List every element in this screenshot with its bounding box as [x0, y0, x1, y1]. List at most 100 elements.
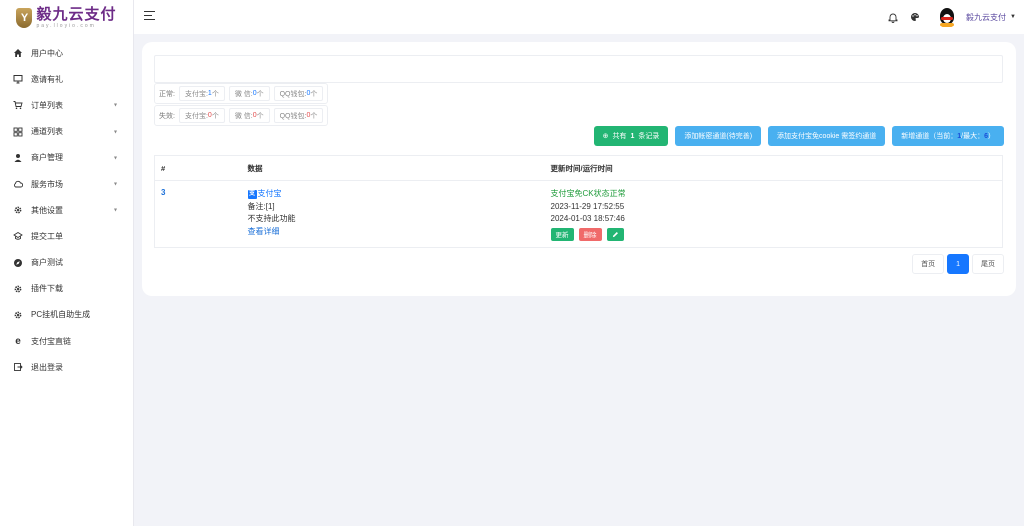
first-page-button[interactable]: 首页	[912, 254, 945, 274]
sidebar-item-label: 商户测试	[31, 258, 63, 268]
stat-chip-name: QQ钱包:	[279, 112, 307, 120]
total-records-button[interactable]: ⊕ 共有 1 条记录	[593, 126, 669, 146]
stat-chip-qqwallet: QQ钱包: 0 个	[273, 86, 324, 101]
edit-button[interactable]	[606, 227, 624, 241]
row-run-time: 2024-01-03 18:57:46	[550, 214, 625, 223]
sidebar: Y 毅九云支付 pay.lloyio.com 用户中心 邀请有礼 订单列表 ▾	[0, 0, 134, 526]
column-header-id: #	[154, 155, 242, 181]
stat-chip-wechat: 微 信: 0 个	[228, 108, 270, 123]
sidebar-item-plugin-download[interactable]: 插件下载	[0, 276, 133, 302]
add-password-channel-button[interactable]: 添加帐密通道(待完善)	[675, 126, 762, 146]
row-note: 不支持此功能	[247, 214, 296, 223]
stat-chip-name: 微 信:	[234, 112, 253, 120]
sidebar-item-label: 退出登录	[31, 362, 63, 372]
stat-chip-unit: 个	[211, 112, 219, 120]
menu-toggle-icon[interactable]	[144, 11, 155, 20]
home-icon	[13, 48, 23, 58]
total-suffix: 条记录	[638, 133, 660, 140]
sidebar-item-label: 商户管理	[31, 153, 63, 163]
action-bar: ⊕ 共有 1 条记录 添加帐密通道(待完善) 添加支付宝免cookie 需签约通…	[593, 126, 1004, 146]
avatar[interactable]	[936, 6, 959, 28]
sidebar-item-merchant-test[interactable]: 商户测试	[0, 250, 133, 276]
new-channel-suffix: ）	[988, 133, 995, 140]
sidebar-item-label: 邀请有礼	[31, 74, 63, 84]
channel-label: 支付宝	[257, 189, 282, 198]
palette-icon[interactable]	[908, 10, 922, 24]
row-id-link[interactable]: 3	[161, 188, 165, 197]
last-page-button[interactable]: 尾页	[972, 254, 1004, 274]
channel-card: 正常: 支付宝: 1 个 微 信: 0 个 QQ钱包: 0 个 失效: 支付宝: 0 个 微 信…	[142, 42, 1016, 296]
topbar: 毅九云支付 ▼	[134, 0, 1024, 34]
sidebar-item-label: 通道列表	[31, 127, 63, 137]
delete-button[interactable]: 删除	[578, 227, 602, 241]
gear-icon	[13, 284, 23, 294]
bell-icon[interactable]	[886, 10, 900, 24]
ticket-icon	[13, 231, 23, 241]
new-channel-mid: /最大：	[961, 133, 985, 140]
cloud-icon	[13, 179, 23, 189]
row-updated-time: 2023-11-29 17:52:55	[550, 201, 625, 211]
compass-icon	[13, 258, 23, 268]
chevron-down-icon: ▾	[113, 155, 117, 162]
sidebar-item-user-center[interactable]: 用户中心	[0, 40, 133, 66]
chevron-down-icon: ▾	[113, 181, 117, 188]
user-icon	[13, 153, 23, 163]
brand-subtitle: pay.lloyio.com	[36, 23, 96, 29]
chevron-down-icon: ▾	[113, 207, 117, 214]
sidebar-item-label: 服务市场	[31, 179, 63, 189]
stat-chip-name: 微 信:	[234, 90, 253, 98]
sidebar-item-label: 订单列表	[31, 100, 63, 110]
sidebar-nav: 用户中心 邀请有礼 订单列表 ▾ 通道列表 ▾ 商户管理 ▾ 服务市场 ▾ 其他…	[0, 40, 133, 380]
normal-stats-row: 正常: 支付宝: 1 个 微 信: 0 个 QQ钱包: 0 个	[154, 83, 329, 104]
page-button-current[interactable]: 1	[947, 254, 969, 274]
stat-chip-name: 支付宝:	[184, 90, 208, 98]
chevron-down-icon[interactable]: ▼	[1010, 14, 1016, 20]
brand-title: 毅九云支付	[36, 6, 117, 23]
view-detail-link[interactable]: 查看详细	[248, 227, 280, 236]
sidebar-item-alipay-direct[interactable]: e 支付宝直链	[0, 328, 133, 354]
total-prefix: 共有	[612, 133, 627, 140]
new-channel-button[interactable]: 新增通道（当前： 1/最大： 6）	[892, 126, 1004, 146]
stat-chip-unit: 个	[211, 90, 219, 98]
sidebar-item-label: 插件下载	[31, 284, 63, 294]
brand-logo[interactable]: Y 毅九云支付 pay.lloyio.com	[0, 0, 133, 36]
column-header-time: 更新时间/运行时间	[544, 155, 1003, 181]
sidebar-item-logout[interactable]: 退出登录	[0, 354, 133, 380]
pencil-icon	[612, 231, 618, 237]
sidebar-item-label: 用户中心	[31, 48, 63, 58]
normal-stats-label: 正常:	[159, 90, 175, 98]
chevron-down-icon: ▾	[113, 102, 117, 109]
sidebar-item-market[interactable]: 服务市场 ▾	[0, 171, 133, 197]
monitor-icon	[13, 74, 23, 84]
sidebar-item-invite[interactable]: 邀请有礼	[0, 66, 133, 92]
gear-icon	[13, 310, 23, 320]
brand-shield-icon: Y	[16, 8, 33, 28]
sidebar-item-channels[interactable]: 通道列表 ▾	[0, 119, 133, 145]
stat-chip-qqwallet: QQ钱包: 0 个	[273, 108, 324, 123]
column-header-data: 数据	[241, 155, 545, 181]
sidebar-item-pc-hosting[interactable]: PC挂机自助生成	[0, 302, 133, 328]
new-channel-prefix: 新增通道（当前：	[901, 133, 958, 140]
stat-chip-alipay: 支付宝: 1 个	[178, 86, 225, 101]
update-button[interactable]: 更新	[550, 227, 574, 241]
add-alipay-cookie-channel-button[interactable]: 添加支付宝免cookie 需签约通道	[768, 126, 886, 146]
browser-e-icon: e	[15, 335, 21, 347]
sidebar-item-label: 提交工单	[31, 231, 63, 241]
sidebar-item-orders[interactable]: 订单列表 ▾	[0, 92, 133, 118]
sidebar-item-merchants[interactable]: 商户管理 ▾	[0, 145, 133, 171]
sidebar-item-label: 支付宝直链	[31, 336, 71, 346]
row-remark: 备注:[1]	[247, 201, 275, 211]
cart-icon	[13, 100, 23, 110]
sidebar-item-label: 其他设置	[31, 205, 63, 215]
alipay-icon: 支	[247, 189, 257, 199]
user-name[interactable]: 毅九云支付	[966, 12, 1006, 23]
channel-name: 支 支付宝	[247, 188, 539, 201]
gear-icon	[13, 205, 23, 215]
stat-chip-unit: 个	[256, 90, 264, 98]
sidebar-item-other-settings[interactable]: 其他设置 ▾	[0, 197, 133, 223]
pagination: 首页 1 尾页	[912, 254, 1004, 274]
sidebar-item-submit-ticket[interactable]: 提交工单	[0, 223, 133, 249]
stat-chip-wechat: 微 信: 0 个	[228, 86, 270, 101]
total-count: 1	[630, 132, 635, 140]
failed-stats-label: 失效:	[159, 112, 175, 120]
